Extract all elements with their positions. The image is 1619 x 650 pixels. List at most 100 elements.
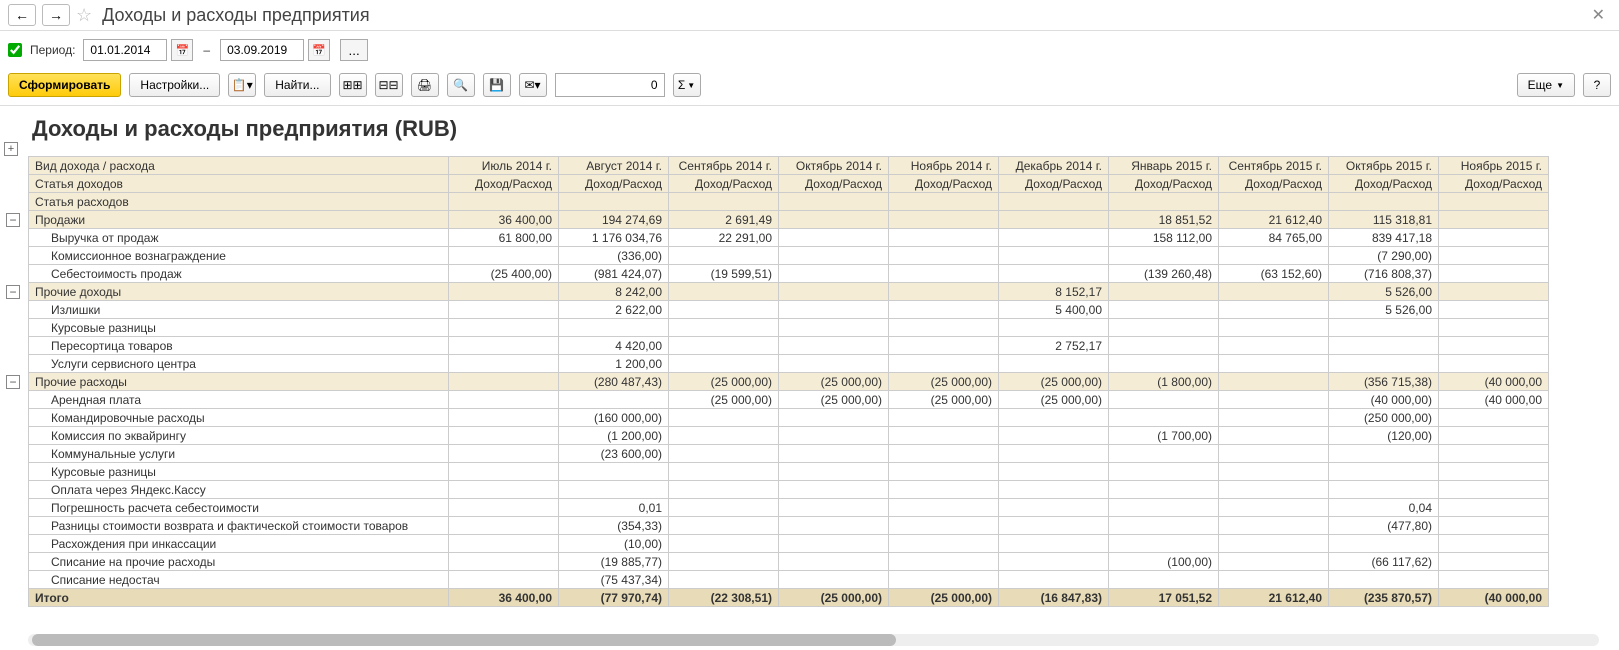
cell-value [889, 283, 999, 301]
cell-value [779, 499, 889, 517]
table-row[interactable]: Прочие доходы8 242,008 152,175 526,00 [29, 283, 1549, 301]
sub-header: Доход/Расход [669, 175, 779, 193]
cell-value [999, 319, 1109, 337]
more-button[interactable]: Еще ▼ [1517, 73, 1575, 97]
cell-value [559, 391, 669, 409]
cell-value [999, 427, 1109, 445]
table-row[interactable]: Погрешность расчета себестоимости0,010,0… [29, 499, 1549, 517]
cell-value [1109, 355, 1219, 373]
find-button[interactable]: Найти... [264, 73, 330, 97]
table-row[interactable]: Разницы стоимости возврата и фактической… [29, 517, 1549, 535]
cell-value: 84 765,00 [1219, 229, 1329, 247]
cell-value: (25 000,00) [669, 391, 779, 409]
date-to-input[interactable] [220, 39, 304, 61]
sum-input[interactable] [555, 73, 665, 97]
sigma-button[interactable]: Σ▼ [673, 73, 701, 97]
horizontal-scrollbar[interactable] [28, 634, 1599, 646]
row-label: Прочие доходы [29, 283, 449, 301]
table-row[interactable]: Комиссия по эквайрингу(1 200,00)(1 700,0… [29, 427, 1549, 445]
cell-value: (66 117,62) [1329, 553, 1439, 571]
preview-button[interactable]: 🔍 [447, 73, 475, 97]
cell-value: (1 200,00) [559, 427, 669, 445]
tree-collapse-button[interactable]: − [6, 375, 20, 389]
scroll-thumb[interactable] [32, 634, 896, 646]
cell-value [1439, 517, 1549, 535]
cell-value [889, 409, 999, 427]
cell-value: 194 274,69 [559, 211, 669, 229]
cell-value: (25 000,00) [779, 373, 889, 391]
table-row[interactable]: Коммунальные услуги(23 600,00) [29, 445, 1549, 463]
cell-value: (477,80) [1329, 517, 1439, 535]
table-row[interactable]: Пересортица товаров4 420,002 752,17 [29, 337, 1549, 355]
cell-value [669, 247, 779, 265]
report-heading: Доходы и расходы предприятия (RUB) [28, 106, 1619, 156]
save-button[interactable]: 💾 [483, 73, 511, 97]
table-row[interactable]: Продажи36 400,00194 274,692 691,4918 851… [29, 211, 1549, 229]
mail-button[interactable]: ✉▾ [519, 73, 547, 97]
table-row[interactable]: Комиссионное вознаграждение(336,00)(7 29… [29, 247, 1549, 265]
table-row[interactable]: Списание на прочие расходы(19 885,77)(10… [29, 553, 1549, 571]
cell-value [1439, 283, 1549, 301]
table-row[interactable]: Прочие расходы(280 487,43)(25 000,00)(25… [29, 373, 1549, 391]
cell-value [1439, 301, 1549, 319]
date-from-input[interactable] [83, 39, 167, 61]
table-row[interactable]: Оплата через Яндекс.Кассу [29, 481, 1549, 499]
table-row[interactable]: Выручка от продаж61 800,001 176 034,7622… [29, 229, 1549, 247]
report-area[interactable]: + Доходы и расходы предприятия (RUB) Вид… [0, 106, 1619, 646]
expand-level-button[interactable]: + [4, 142, 18, 156]
cell-value [669, 445, 779, 463]
cell-value: 1 176 034,76 [559, 229, 669, 247]
cell-value: 22 291,00 [669, 229, 779, 247]
cell-value: (19 885,77) [559, 553, 669, 571]
cell-value [1219, 445, 1329, 463]
tree-collapse-button[interactable]: − [6, 213, 20, 227]
cell-value [1439, 355, 1549, 373]
row-label: Списание на прочие расходы [29, 553, 449, 571]
close-button[interactable]: ✕ [1586, 5, 1611, 25]
favorite-star-icon[interactable]: ☆ [76, 5, 92, 26]
cell-value [999, 571, 1109, 589]
table-row[interactable]: Арендная плата(25 000,00)(25 000,00)(25 … [29, 391, 1549, 409]
table-row[interactable]: Списание недостач(75 437,34) [29, 571, 1549, 589]
cell-value [779, 211, 889, 229]
expand-all-button[interactable]: ⊞⊞ [339, 73, 367, 97]
cell-value [1109, 571, 1219, 589]
table-row[interactable]: Курсовые разницы [29, 319, 1549, 337]
cell-value [999, 535, 1109, 553]
total-cell: (77 970,74) [559, 589, 669, 607]
row-label: Коммунальные услуги [29, 445, 449, 463]
print-button[interactable]: 🖨 [411, 73, 439, 97]
cell-value: (40 000,00 [1439, 373, 1549, 391]
cell-value [559, 319, 669, 337]
period-options-button[interactable]: ... [340, 39, 368, 61]
row-label: Продажи [29, 211, 449, 229]
back-button[interactable]: ← [8, 4, 36, 26]
table-row[interactable]: Курсовые разницы [29, 463, 1549, 481]
total-label: Итого [29, 589, 449, 607]
cell-value [1219, 409, 1329, 427]
table-row[interactable]: Услуги сервисного центра1 200,00 [29, 355, 1549, 373]
table-row[interactable]: Себестоимость продаж(25 400,00)(981 424,… [29, 265, 1549, 283]
tree-collapse-button[interactable]: − [6, 285, 20, 299]
forward-button[interactable]: → [42, 4, 70, 26]
calendar-to-button[interactable]: 📅 [308, 39, 330, 61]
sub-header: Доход/Расход [1439, 175, 1549, 193]
settings-button[interactable]: Настройки... [129, 73, 220, 97]
calendar-from-button[interactable]: 📅 [171, 39, 193, 61]
cell-value [889, 553, 999, 571]
cell-value: (716 808,37) [1329, 265, 1439, 283]
table-row[interactable]: Расхождения при инкассации(10,00) [29, 535, 1549, 553]
cell-value [1219, 535, 1329, 553]
cell-value [779, 247, 889, 265]
paste-variant-button[interactable]: 📋▾ [228, 73, 256, 97]
cell-value: (160 000,00) [559, 409, 669, 427]
help-button[interactable]: ? [1583, 73, 1611, 97]
table-row[interactable]: Излишки2 622,005 400,005 526,00 [29, 301, 1549, 319]
period-checkbox[interactable] [8, 43, 22, 57]
cell-value: 839 417,18 [1329, 229, 1439, 247]
form-report-button[interactable]: Сформировать [8, 73, 121, 97]
table-row[interactable]: Командировочные расходы(160 000,00)(250 … [29, 409, 1549, 427]
cell-value: 2 752,17 [999, 337, 1109, 355]
cell-value [669, 535, 779, 553]
collapse-all-button[interactable]: ⊟⊟ [375, 73, 403, 97]
